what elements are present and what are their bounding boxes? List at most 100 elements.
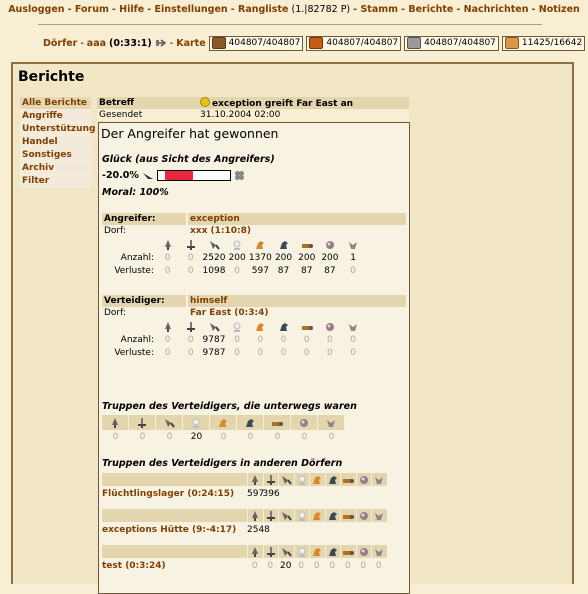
unit-count: 1 <box>350 253 356 263</box>
attacker-village-label: Dorf: <box>104 226 127 236</box>
sword-icon <box>265 510 277 522</box>
sword-icon <box>185 321 197 333</box>
unit-count: 0 <box>303 348 310 358</box>
menu-trade[interactable]: Handel <box>20 136 91 149</box>
attacker-village-link[interactable]: xxx (1:10:8) <box>186 225 406 237</box>
other-unit-count: 0 <box>344 561 351 571</box>
menu-archive[interactable]: Archiv <box>20 162 91 175</box>
away-unit-count: 0 <box>166 432 173 442</box>
unit-count: 0 <box>280 348 287 358</box>
sword-icon <box>185 239 197 251</box>
spy-icon <box>296 546 308 558</box>
other-village-entry: exceptions Hütte (9:-4:17) 2548 <box>102 509 406 537</box>
map-link[interactable]: Karte <box>176 38 205 49</box>
menu-filter[interactable]: Filter <box>20 175 91 188</box>
other-unit-count <box>263 523 279 537</box>
other-village-link[interactable]: test (0:3:24) <box>102 559 247 573</box>
defender-label: Verteidiger: <box>102 295 186 307</box>
unit-count: 0 <box>187 348 194 358</box>
nav-tribe[interactable]: Stamm <box>360 4 398 15</box>
status-dot-icon <box>200 97 210 107</box>
nav-ranking[interactable]: Rangliste <box>238 4 288 15</box>
spy-icon <box>296 510 308 522</box>
other-village-entry: test (0:3:24) 0 0 20 0 0 0 0 0 0 <box>102 545 406 573</box>
nav-logout[interactable]: Ausloggen <box>8 4 64 15</box>
catapult-icon <box>324 321 336 333</box>
other-unit-count: 0 <box>375 561 382 571</box>
unit-count: 0 <box>234 335 241 345</box>
other-village-link[interactable]: exceptions Hütte (9:-4:17) <box>102 523 247 537</box>
other-unit-count <box>371 523 387 537</box>
nav-settings[interactable]: Einstellungen <box>155 4 228 15</box>
unit-count: 0 <box>234 348 241 358</box>
other-unit-count <box>278 487 294 501</box>
nav-messages[interactable]: Nachrichten <box>464 4 529 15</box>
other-unit-count <box>294 523 310 537</box>
axe-icon <box>163 417 175 429</box>
farm-resource: 11425/16642 <box>501 35 586 51</box>
page-title: Berichte <box>18 69 85 85</box>
village-bar: Dörfer - aaa (0:33:1) - Karte 404807/404… <box>43 35 586 51</box>
other-village-link[interactable]: Flüchtlingslager (0:24:15) <box>102 487 247 501</box>
unit-count: 0 <box>350 335 356 345</box>
menu-support[interactable]: Unterstützung <box>20 123 95 136</box>
away-unit-count: 20 <box>190 432 203 442</box>
sword-icon <box>265 546 277 558</box>
menu-other[interactable]: Sonstiges <box>20 149 91 162</box>
light-cavalry-icon <box>311 510 323 522</box>
unit-count: 0 <box>257 348 264 358</box>
other-unit-count <box>371 487 387 501</box>
unit-count: 0 <box>187 266 194 276</box>
attacker-player-link[interactable]: exception <box>188 213 406 225</box>
villages-link[interactable]: Dörfer <box>43 38 77 49</box>
snob-icon <box>347 321 359 333</box>
nav-notes[interactable]: Notizen <box>539 4 580 15</box>
divider <box>38 24 542 25</box>
other-unit-count <box>325 523 341 537</box>
other-villages-title: Truppen des Verteidigers in anderen Dörf… <box>102 458 343 469</box>
light-cavalry-icon <box>217 417 229 429</box>
snob-icon <box>347 239 359 251</box>
moral: Moral: 100% <box>102 187 169 198</box>
battle-result: Der Angreifer hat gewonnen <box>101 126 279 141</box>
other-unit-count <box>294 487 310 501</box>
unit-count: 597 <box>251 266 269 276</box>
defender-village-link[interactable]: Far East (0:3:4) <box>186 307 406 319</box>
ram-icon <box>342 510 355 522</box>
iron-icon <box>407 37 422 49</box>
catapult-icon <box>358 510 370 522</box>
other-unit-count: 0 <box>360 561 367 571</box>
sent-date: 31.10.2004 02:00 <box>198 109 409 121</box>
luck-value: -20.0% <box>102 170 139 181</box>
ram-icon <box>301 239 313 251</box>
wood-resource: 404807/404807 <box>208 35 304 51</box>
unit-count: 9787 <box>202 335 226 345</box>
other-unit-count <box>309 523 325 537</box>
nav-reports[interactable]: Berichte <box>408 4 453 15</box>
sent-label: Gesendet <box>97 109 198 121</box>
unit-count: 0 <box>350 348 356 358</box>
menu-attacks[interactable]: Angriffe <box>20 110 91 123</box>
unit-count: 1370 <box>248 253 272 263</box>
axe-icon <box>208 239 220 251</box>
attacker-count-row: Anzahl: 0 0 2520 200 1370 200 200 200 1 <box>102 252 406 265</box>
defender-section: Verteidiger: himself Dorf: Far East (0:3… <box>102 295 406 360</box>
nav-forum[interactable]: Forum <box>75 4 109 15</box>
axe-icon <box>280 546 293 558</box>
other-unit-count: 0 <box>329 561 336 571</box>
defender-player-link[interactable]: himself <box>188 295 406 307</box>
heavy-cavalry-icon <box>327 546 339 558</box>
unit-count: 0 <box>257 335 264 345</box>
ram-icon <box>342 474 355 486</box>
catapult-icon <box>358 474 370 486</box>
nav-help[interactable]: Hilfe <box>119 4 144 15</box>
away-unit-count: 0 <box>274 432 281 442</box>
menu-all-reports[interactable]: Alle Berichte <box>20 97 91 110</box>
current-village-link[interactable]: aaa <box>87 38 106 49</box>
clay-icon <box>309 37 324 49</box>
axe-icon <box>208 321 220 333</box>
unit-count: 9787 <box>202 348 226 358</box>
spear-icon <box>162 239 174 251</box>
other-unit-count: 0 <box>251 561 258 571</box>
unit-count: 2520 <box>202 253 226 263</box>
